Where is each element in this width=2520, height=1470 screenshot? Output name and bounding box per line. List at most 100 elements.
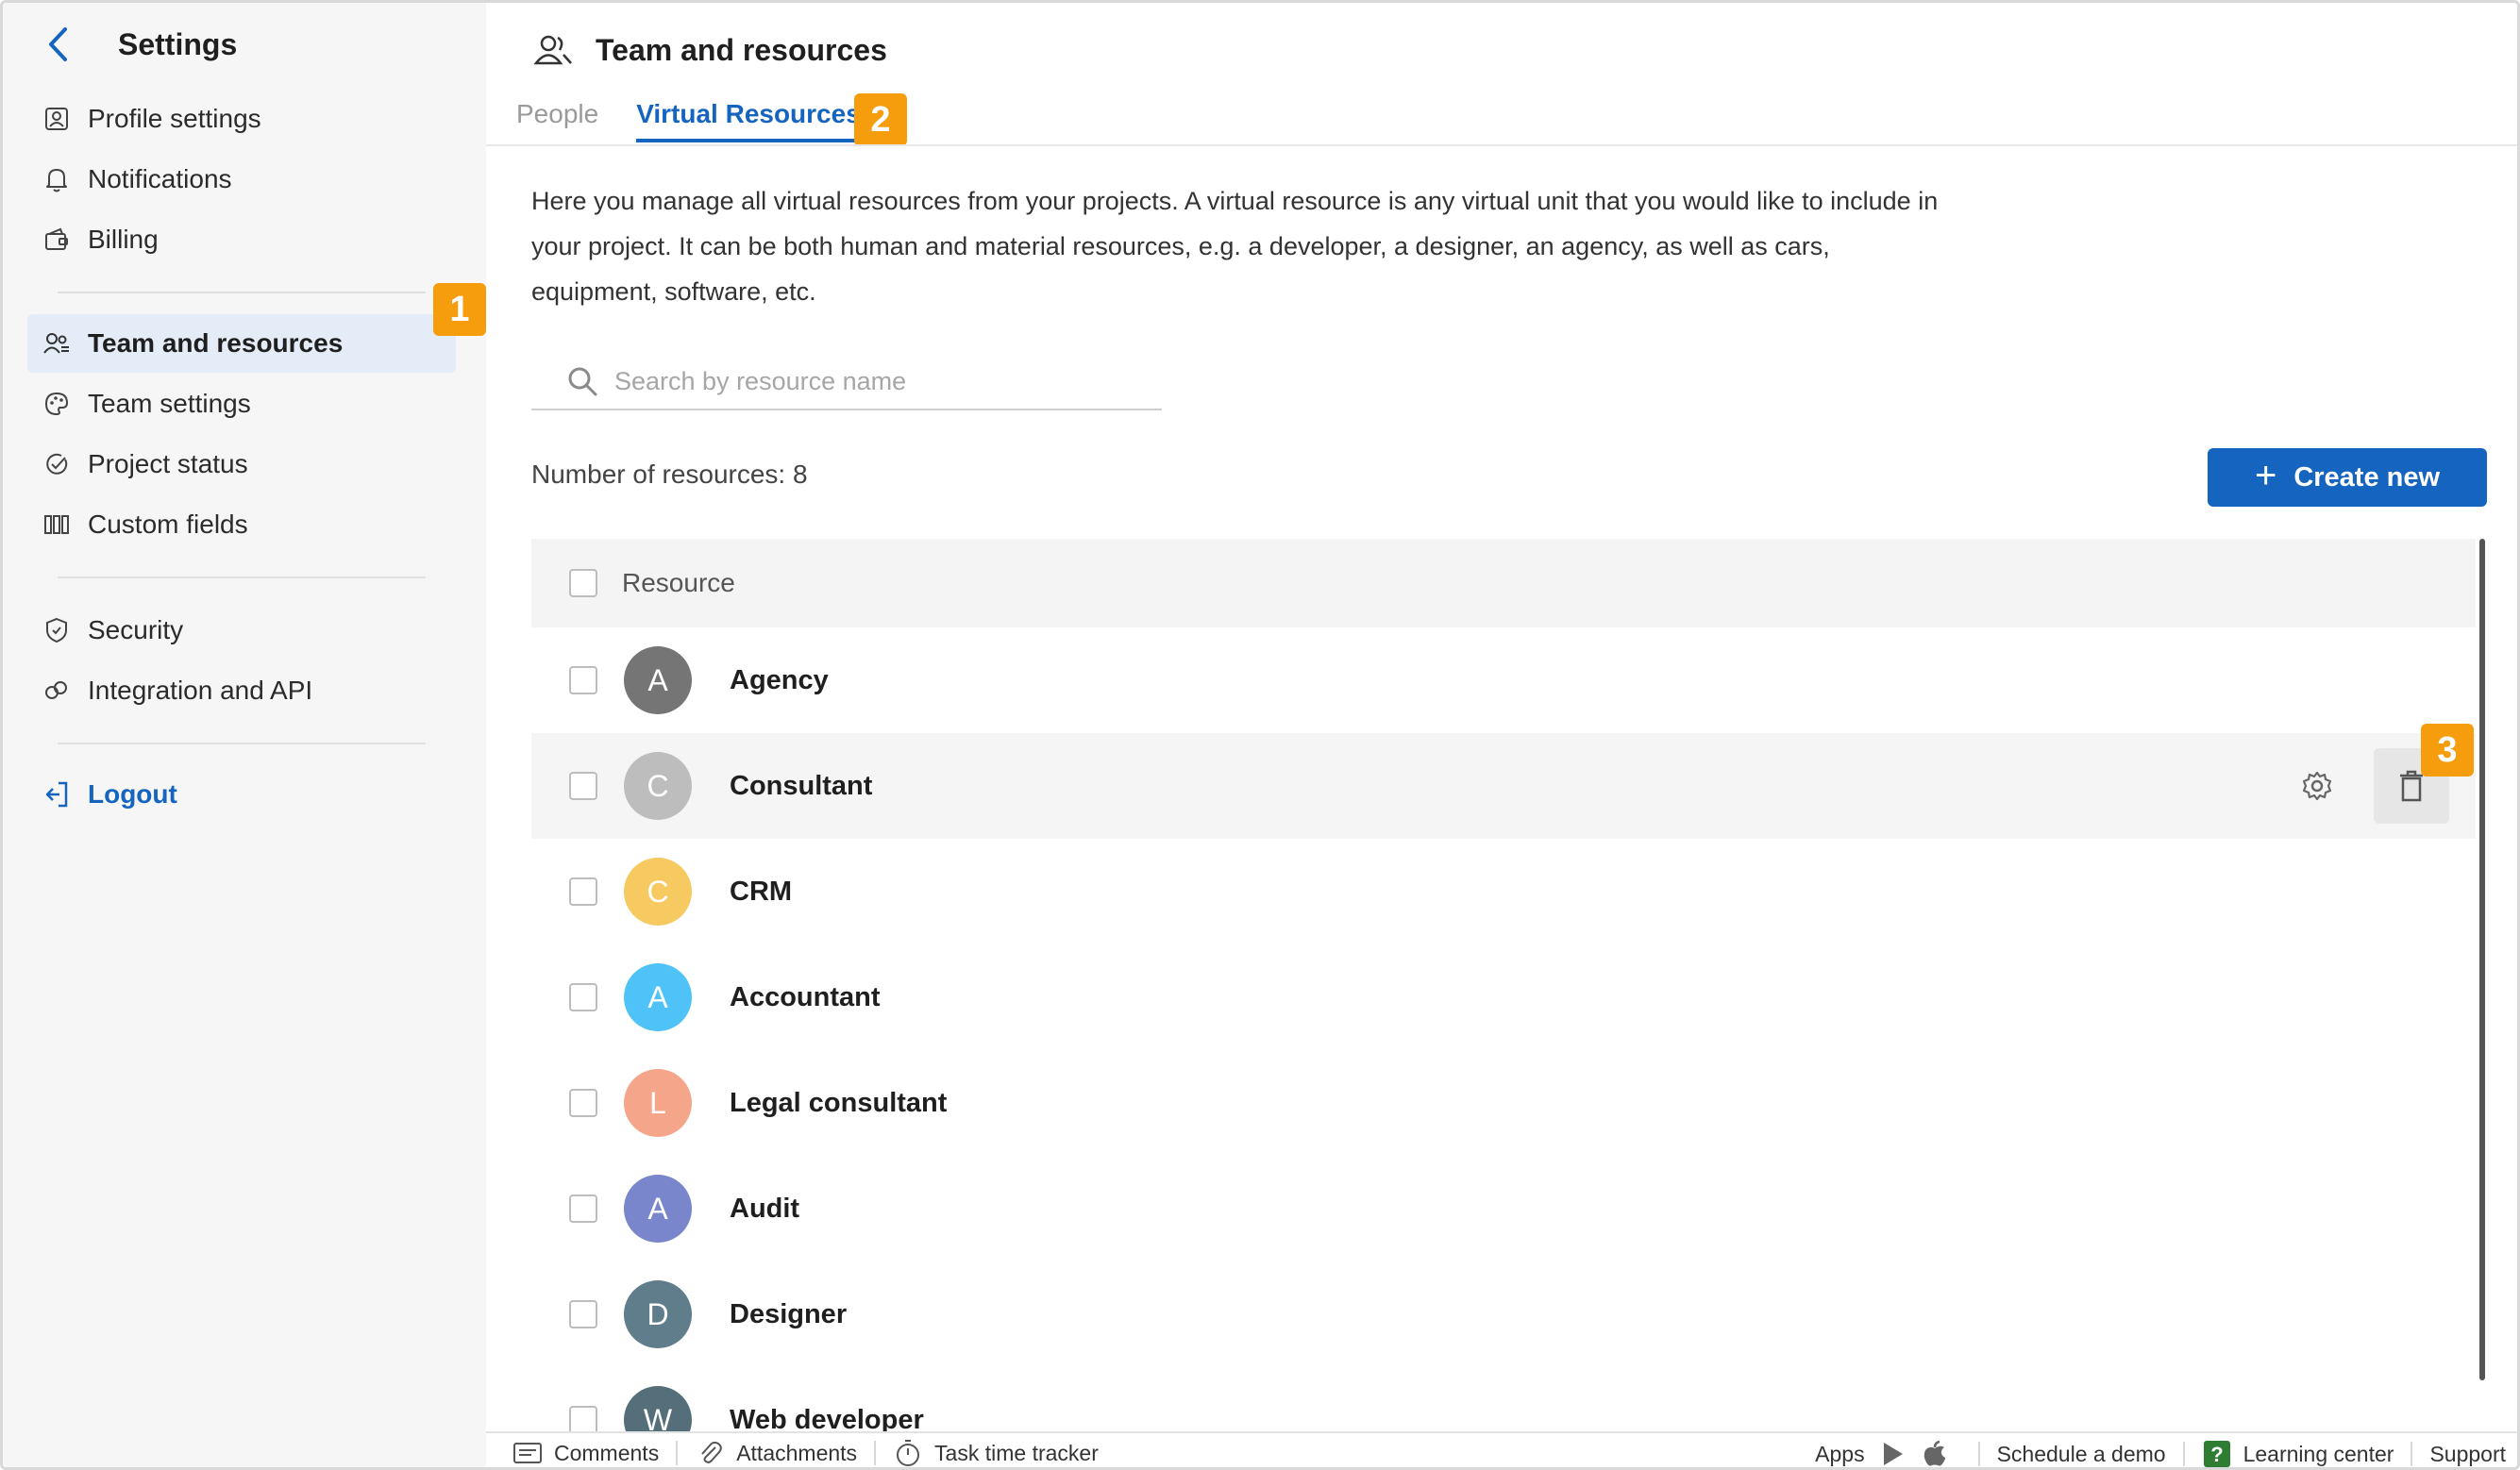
avatar: A	[624, 646, 692, 714]
resource-name: Accountant	[730, 981, 881, 1012]
row-checkbox[interactable]	[569, 1300, 597, 1328]
row-checkbox[interactable]	[569, 1194, 597, 1223]
row-checkbox[interactable]	[569, 877, 597, 906]
sidebar-item-custom-fields[interactable]: Custom fields	[27, 495, 456, 554]
tab-people[interactable]: People	[516, 93, 598, 142]
resource-name: Legal consultant	[730, 1087, 948, 1118]
chevron-left-icon	[49, 27, 67, 61]
avatar: D	[624, 1280, 692, 1348]
step-badge-1: 1	[433, 283, 486, 336]
table-row[interactable]: D Designer	[531, 1261, 2476, 1367]
sidebar-divider	[58, 576, 426, 578]
sidebar-item-notifications[interactable]: Notifications	[27, 150, 456, 209]
bell-icon	[41, 163, 73, 195]
help-icon: ?	[2202, 1439, 2232, 1467]
avatar: A	[624, 963, 692, 1031]
create-new-label: Create new	[2293, 461, 2441, 493]
sidebar-item-label: Custom fields	[88, 509, 248, 539]
avatar: C	[624, 752, 692, 820]
settings-button[interactable]	[2296, 765, 2338, 807]
logout-link[interactable]: Logout	[27, 765, 456, 824]
create-new-button[interactable]: + Create new	[2208, 448, 2487, 507]
sidebar-item-security[interactable]: Security	[27, 601, 456, 660]
team-icon	[41, 327, 73, 359]
sidebar-item-label: Team settings	[88, 389, 251, 418]
comment-icon	[512, 1438, 543, 1467]
status-icon	[41, 448, 73, 480]
table-row[interactable]: A Accountant	[531, 944, 2476, 1050]
columns-icon	[41, 509, 73, 541]
sidebar-item-integration-and-api[interactable]: Integration and API	[27, 661, 456, 720]
shield-icon	[41, 614, 73, 646]
footer-separator	[676, 1441, 679, 1465]
footer-separator	[1977, 1442, 1980, 1466]
integration-icon	[41, 675, 73, 707]
row-checkbox[interactable]	[569, 666, 597, 694]
sidebar-item-label: Notifications	[88, 164, 232, 193]
footer-bar: Comments Attachments Task time tracker A…	[486, 1431, 2517, 1467]
footer-time-tracker[interactable]: Task time tracker	[893, 1432, 1099, 1467]
sidebar-item-label: Integration and API	[88, 676, 313, 705]
footer-support[interactable]: Support	[2429, 1433, 2506, 1467]
footer-comments-label: Comments	[554, 1440, 660, 1465]
apple-icon[interactable]	[1920, 1439, 1950, 1467]
back-button[interactable]	[39, 22, 76, 67]
logout-icon	[41, 778, 73, 810]
table-row[interactable]: A Audit	[531, 1156, 2476, 1261]
row-checkbox[interactable]	[569, 1406, 597, 1434]
settings-sidebar: Settings Profile settings Notifications …	[3, 3, 486, 1467]
page-header: Team and resources	[531, 27, 887, 73]
column-header-resource: Resource	[622, 568, 735, 597]
sidebar-item-label: Billing	[88, 225, 159, 254]
footer-apps-label: Apps	[1815, 1441, 1865, 1466]
tab-virtual-resources[interactable]: Virtual Resources	[636, 93, 861, 142]
sidebar-item-team-settings[interactable]: Team settings	[27, 375, 456, 433]
footer-right: Apps Schedule a demo ? Learning center S…	[1815, 1433, 2506, 1467]
plus-icon: +	[2254, 454, 2277, 496]
wallet-icon	[41, 224, 73, 256]
row-checkbox[interactable]	[569, 983, 597, 1011]
sidebar-item-project-status[interactable]: Project status	[27, 435, 456, 493]
avatar: A	[624, 1175, 692, 1243]
search-input[interactable]	[614, 366, 1143, 396]
logout-label: Logout	[88, 779, 177, 809]
step-badge-2: 2	[854, 93, 907, 146]
sidebar-title: Settings	[118, 26, 238, 61]
page-title: Team and resources	[596, 32, 887, 67]
resource-name: CRM	[730, 876, 793, 907]
row-checkbox[interactable]	[569, 772, 597, 800]
footer-learning-center[interactable]: ? Learning center	[2202, 1433, 2394, 1467]
palette-icon	[41, 388, 73, 420]
footer-demo-label: Schedule a demo	[1996, 1441, 2166, 1466]
avatar: L	[624, 1069, 692, 1137]
row-checkbox[interactable]	[569, 1089, 597, 1117]
sidebar-item-label: Team and resources	[88, 328, 344, 358]
footer-learning-label: Learning center	[2243, 1441, 2394, 1466]
paperclip-icon	[695, 1438, 725, 1467]
search-box	[531, 354, 1162, 410]
footer-attachments[interactable]: Attachments	[695, 1432, 857, 1467]
main-content: Team and resources People Virtual Resour…	[486, 3, 2517, 1467]
sidebar-item-billing[interactable]: Billing	[27, 210, 456, 269]
footer-separator	[874, 1441, 877, 1465]
sidebar-item-profile-settings[interactable]: Profile settings	[27, 90, 456, 148]
footer-support-label: Support	[2429, 1441, 2506, 1466]
stopwatch-icon	[893, 1438, 923, 1467]
select-all-checkbox[interactable]	[569, 569, 597, 597]
footer-comments[interactable]: Comments	[512, 1432, 660, 1467]
table-row[interactable]: A Agency	[531, 627, 2476, 733]
scrollbar[interactable]	[2479, 539, 2485, 1380]
search-icon	[563, 362, 601, 400]
sidebar-item-team-and-resources[interactable]: Team and resources	[27, 314, 456, 373]
table-row[interactable]: L Legal consultant	[531, 1050, 2476, 1156]
play-store-icon[interactable]	[1878, 1439, 1908, 1467]
table-row[interactable]: C Consultant	[531, 733, 2476, 839]
footer-schedule-demo[interactable]: Schedule a demo	[1996, 1433, 2166, 1467]
footer-separator	[2182, 1442, 2185, 1466]
tabs: People Virtual Resources	[516, 93, 899, 146]
resource-name: Agency	[730, 664, 829, 695]
sidebar-divider	[58, 292, 426, 293]
footer-apps[interactable]: Apps	[1815, 1433, 1960, 1467]
table-row[interactable]: C CRM	[531, 839, 2476, 944]
tabs-divider	[486, 144, 2517, 146]
